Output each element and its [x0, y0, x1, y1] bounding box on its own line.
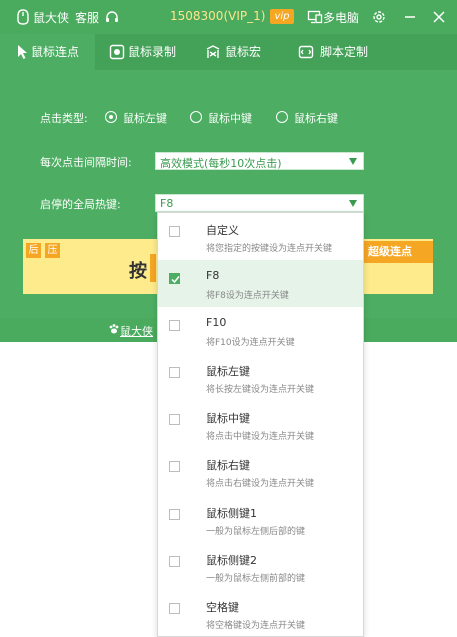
option-side-button-2[interactable]: 鼠标侧键2 一般为鼠标左侧前部的键: [158, 543, 363, 590]
checkbox: [169, 509, 180, 520]
option-desc: 将点击右键设为连点开关键: [206, 479, 315, 489]
tag-badge: 后: [26, 243, 41, 258]
option-side-button-1[interactable]: 鼠标侧键1 一般为鼠标左侧后部的键: [158, 496, 363, 543]
mouse-logo-icon: [17, 9, 29, 25]
option-title: F10: [206, 316, 227, 329]
option-f8[interactable]: F8 将F8设为连点开关键: [158, 260, 363, 307]
option-title: 空格键: [206, 601, 239, 614]
checkbox: [169, 414, 180, 425]
interval-value: 高效模式(每秒10次点击): [160, 157, 282, 170]
minimize-icon[interactable]: [402, 9, 418, 25]
hotkey-dropdown: 自定义 将您指定的按键设为连点开关键 F8 将F8设为连点开关键 F10 将F1…: [157, 212, 364, 637]
checkbox: [169, 556, 180, 567]
option-title: F8: [206, 269, 220, 282]
customer-service-link[interactable]: 客服: [75, 9, 99, 26]
hotkey-select[interactable]: F8: [155, 194, 364, 212]
option-title: 鼠标右键: [206, 459, 250, 472]
tab-mouse-record[interactable]: 鼠标录制: [95, 34, 191, 70]
option-desc: 将F8设为连点开关键: [206, 291, 289, 301]
super-click-button[interactable]: 超级连点: [362, 241, 433, 263]
checkbox: [169, 461, 180, 472]
checkbox: [169, 603, 180, 614]
account-id[interactable]: 1508300(VIP_1): [170, 9, 265, 23]
option-desc: 将空格键设为连点开关键: [206, 621, 306, 631]
option-middle-button[interactable]: 鼠标中键 将点击中键设为连点开关键: [158, 401, 363, 448]
checkbox: [169, 367, 180, 378]
radio-circle: [276, 111, 288, 123]
tag-badge: 压: [45, 243, 60, 258]
option-desc: 将点击中键设为连点开关键: [206, 432, 315, 442]
cursor-icon: [18, 45, 27, 59]
chevron-down-icon: [349, 158, 357, 165]
option-desc: 将您指定的按键设为连点开关键: [206, 244, 333, 254]
check-icon: [171, 276, 180, 284]
option-desc: 将F10设为连点开关键: [206, 338, 295, 348]
option-left-button[interactable]: 鼠标左键 将长按左键设为连点开关键: [158, 354, 363, 401]
gear-icon[interactable]: [371, 9, 387, 25]
vip-badge[interactable]: vip: [270, 9, 294, 24]
multi-pc-button[interactable]: 多电脑: [323, 9, 359, 26]
checkbox: [169, 320, 180, 331]
chevron-down-icon: [349, 200, 357, 207]
option-right-button[interactable]: 鼠标右键 将点击右键设为连点开关键: [158, 448, 363, 495]
radio-circle: [105, 111, 117, 123]
paw-icon: [109, 324, 119, 334]
radio-label: 鼠标左键: [123, 112, 167, 125]
tab-mouse-click[interactable]: 鼠标连点: [0, 34, 95, 70]
radio-circle: [190, 111, 202, 123]
option-f10[interactable]: F10 将F10设为连点开关键: [158, 307, 363, 354]
tab-label: 脚本定制: [320, 45, 369, 59]
hotkey-value: F8: [160, 197, 174, 210]
tab-label: 鼠标宏: [225, 45, 262, 59]
script-icon: [298, 45, 314, 59]
tab-label: 鼠标录制: [128, 45, 177, 59]
tab-bar: 鼠标连点 鼠标录制 鼠标宏 脚本定制: [0, 34, 457, 70]
record-icon: [109, 44, 125, 60]
option-space-key[interactable]: 空格键 将空格键设为连点开关键: [158, 590, 363, 636]
option-desc: 一般为鼠标左侧后部的键: [206, 527, 306, 537]
app-name: 鼠大侠: [33, 11, 70, 25]
click-type-label: 点击类型:: [40, 112, 88, 125]
close-icon[interactable]: [431, 9, 447, 25]
macro-icon: [206, 45, 220, 58]
option-title: 鼠标中键: [206, 412, 250, 425]
hotkey-label: 启停的全局热键:: [40, 198, 121, 211]
radio-label: 鼠标中键: [208, 112, 252, 125]
banner-text: 按: [129, 261, 147, 282]
option-desc: 将长按左键设为连点开关键: [206, 385, 315, 395]
tab-script-custom[interactable]: 脚本定制: [282, 34, 382, 70]
interval-select[interactable]: 高效模式(每秒10次点击): [155, 152, 364, 170]
tab-label: 鼠标连点: [31, 45, 80, 59]
checkbox-checked: [169, 273, 180, 284]
interval-label: 每次点击间隔时间:: [40, 156, 132, 169]
footer-link[interactable]: 鼠大侠: [120, 323, 153, 339]
option-title: 鼠标左键: [206, 365, 250, 378]
option-desc: 一般为鼠标左侧前部的键: [206, 574, 306, 584]
option-title: 鼠标侧键1: [206, 507, 257, 520]
tab-mouse-macro[interactable]: 鼠标宏: [191, 34, 282, 70]
radio-label: 鼠标右键: [294, 112, 338, 125]
option-custom[interactable]: 自定义 将您指定的按键设为连点开关键: [158, 213, 363, 260]
option-title: 鼠标侧键2: [206, 554, 257, 567]
banner-accent: [150, 254, 156, 282]
headset-icon[interactable]: [104, 9, 120, 25]
title-bar: 鼠大侠 客服 1508300(VIP_1) vip 多电脑: [0, 0, 457, 34]
option-title: 自定义: [206, 224, 239, 237]
monitor-icon[interactable]: [307, 9, 323, 25]
checkbox: [169, 226, 180, 237]
